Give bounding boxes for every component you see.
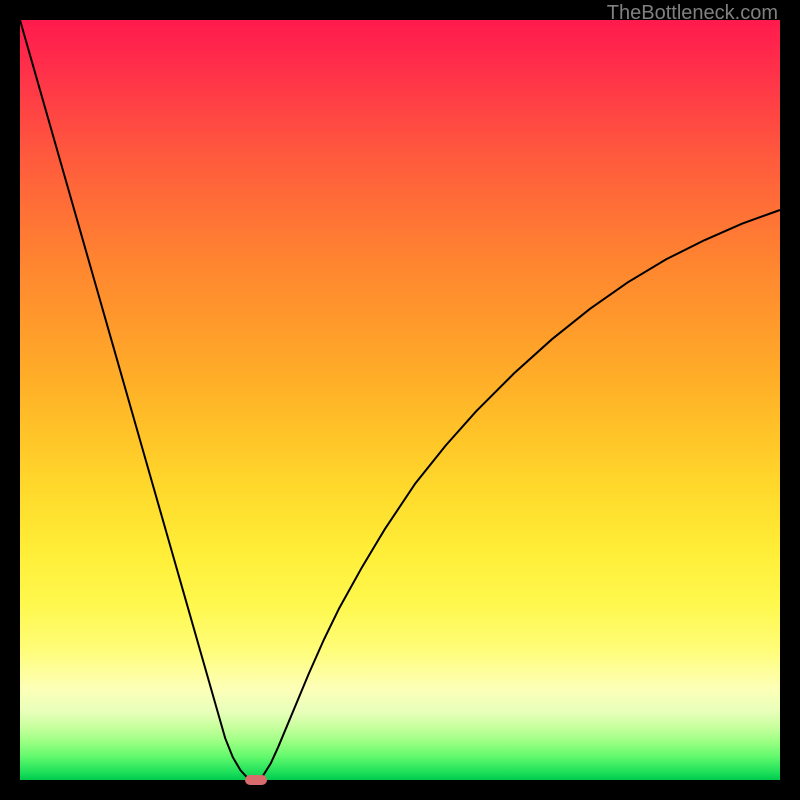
chart-container: TheBottleneck.com xyxy=(0,0,800,800)
watermark-text: TheBottleneck.com xyxy=(607,2,778,25)
minimum-marker xyxy=(245,775,267,785)
bottleneck-curve xyxy=(20,20,780,780)
